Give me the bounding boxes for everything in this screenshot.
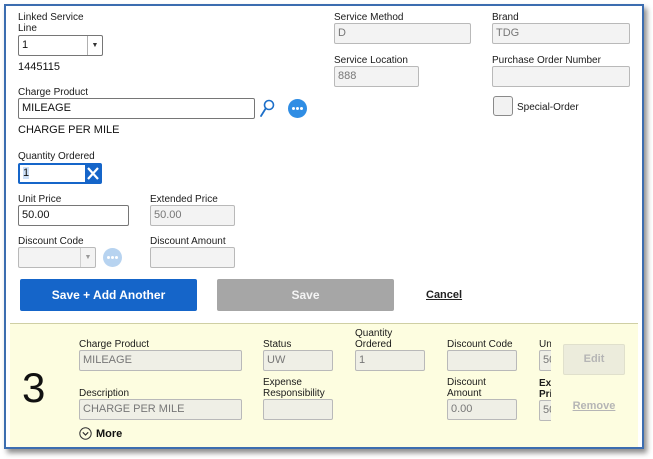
edit-button[interactable]: Edit (563, 344, 625, 375)
charge-product-input[interactable]: MILEAGE (18, 98, 255, 119)
quantity-ordered-value: 1 (23, 167, 30, 179)
card-charge-product-field: MILEAGE (79, 350, 242, 371)
service-location-field: 888 (334, 66, 419, 87)
card-discount-code-label: Discount Code (447, 339, 513, 350)
chevron-down-icon: ▼ (80, 248, 95, 267)
charge-product-label: Charge Product (18, 87, 89, 98)
chevron-down-icon: ▼ (87, 36, 102, 55)
charge-product-description: CHARGE PER MILE (18, 124, 120, 136)
purchase-order-number-label: Purchase Order Number (492, 55, 601, 66)
card-discount-code-field (447, 350, 517, 371)
line-item-card: 3 Charge Product MILEAGE Status UW Quant… (10, 323, 638, 447)
edit-line-panel: Linked Service Line 1 ▼ 1445115 Service … (4, 4, 644, 449)
card-unit-price-label: Uni (539, 339, 551, 350)
card-discount-amount-label-2: Amount (447, 388, 482, 399)
card-charge-product-label: Charge Product (79, 339, 150, 350)
linked-service-line-id: 1445115 (18, 61, 61, 73)
cancel-link[interactable]: Cancel (426, 289, 462, 301)
card-unit-price-clip: Uni 50 Ext Pri 50 (539, 324, 551, 447)
card-expense-field (263, 399, 333, 420)
service-method-field: D (334, 23, 471, 44)
card-quantity-label-1: Quantity (355, 328, 393, 339)
remove-link[interactable]: Remove (563, 396, 625, 416)
line-number: 3 (22, 364, 46, 411)
discount-amount-field (150, 247, 235, 268)
service-location-label: Service Location (334, 55, 408, 66)
discount-code-select[interactable]: ▼ (18, 247, 96, 268)
brand-field: TDG (492, 23, 630, 44)
card-description-label: Description (79, 388, 130, 399)
purchase-order-number-field (492, 66, 630, 87)
service-method-label: Service Method (334, 12, 404, 23)
special-order-label: Special-Order (517, 102, 579, 113)
more-options-disabled-icon (103, 248, 122, 267)
extended-price-field: 50.00 (150, 205, 235, 226)
card-extended-price-label-1: Ext (539, 378, 551, 389)
card-extended-price-field: 50 (539, 400, 551, 421)
card-extended-price-label-2: Pri (539, 389, 551, 400)
more-options-icon[interactable] (288, 99, 307, 118)
linked-service-line-select[interactable]: 1 ▼ (18, 35, 103, 56)
linked-service-line-value: 1 (22, 39, 29, 51)
card-description-field: CHARGE PER MILE (79, 399, 242, 420)
linked-service-line-label-1: Linked Service (18, 12, 84, 23)
search-icon[interactable] (259, 99, 275, 119)
chevron-down-circle-icon[interactable] (79, 427, 92, 440)
card-quantity-label-2: Ordered (355, 339, 392, 350)
special-order-checkbox[interactable] (493, 96, 513, 116)
more-link[interactable]: More (96, 428, 122, 440)
clear-icon[interactable] (85, 164, 101, 183)
card-expense-label-1: Expense (263, 377, 302, 388)
save-add-another-button[interactable]: Save + Add Another (20, 279, 197, 311)
discount-code-label: Discount Code (18, 236, 84, 247)
linked-service-line-label-2: Line (18, 23, 37, 34)
card-status-label: Status (263, 339, 292, 350)
unit-price-input[interactable]: 50.00 (18, 205, 129, 226)
card-unit-price-field: 50 (539, 350, 551, 371)
card-discount-amount-field: 0.00 (447, 399, 517, 420)
card-status-field: UW (263, 350, 333, 371)
card-expense-label-2: Responsibility (263, 388, 325, 399)
extended-price-label: Extended Price (150, 194, 218, 205)
unit-price-label: Unit Price (18, 194, 62, 205)
card-discount-amount-label-1: Discount (447, 377, 486, 388)
discount-amount-label: Discount Amount (150, 236, 226, 247)
save-button[interactable]: Save (217, 279, 394, 311)
brand-label: Brand (492, 12, 519, 23)
quantity-ordered-label: Quantity Ordered (18, 151, 95, 162)
card-quantity-field: 1 (355, 350, 425, 371)
